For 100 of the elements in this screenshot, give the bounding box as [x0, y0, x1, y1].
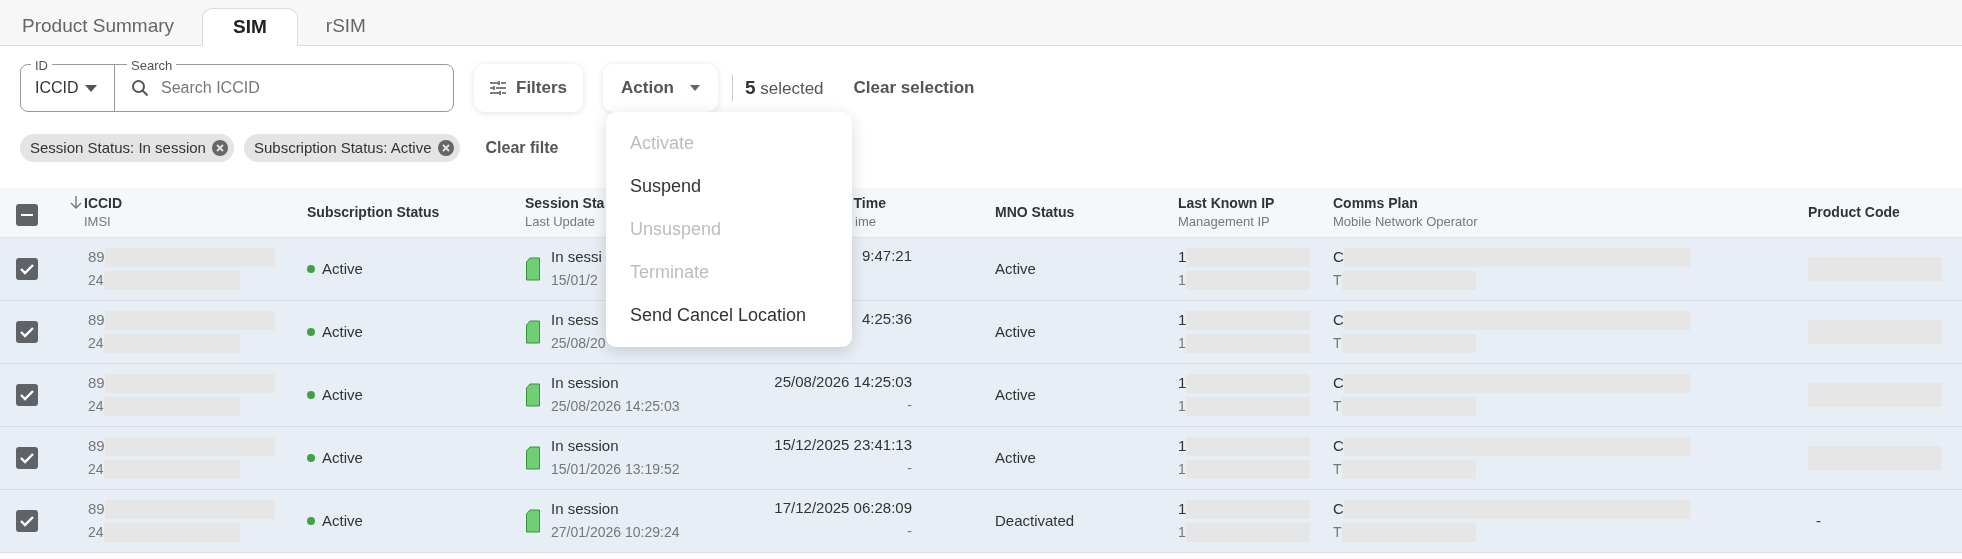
sim-card-icon	[525, 320, 541, 344]
clear-selection-button[interactable]: Clear selection	[853, 75, 975, 101]
table-cell-text: In sessi	[551, 247, 602, 268]
sim-card-icon	[525, 257, 541, 281]
table-cell-text: 1	[1178, 310, 1187, 331]
table-cell-text: 25/08/2026 14:25:03	[551, 397, 680, 416]
sim-card-icon	[525, 383, 541, 407]
table-cell-text: 24	[88, 523, 104, 542]
table-cell-text: 89	[88, 247, 105, 268]
table-cell-text: Active	[322, 510, 363, 531]
table-cell-text: C	[1333, 247, 1344, 268]
table-cell-text: 24	[88, 334, 104, 353]
check-icon	[19, 452, 35, 464]
check-icon	[19, 326, 35, 338]
sim-card-icon	[525, 446, 541, 470]
sort-arrow-icon[interactable]	[70, 196, 82, 210]
row-checkbox[interactable]	[16, 384, 38, 406]
column-header[interactable]: Session Sta	[525, 194, 605, 213]
table-cell-text: 24	[88, 460, 104, 479]
remove-icon[interactable]	[211, 140, 228, 156]
select-all-checkbox[interactable]	[16, 204, 38, 226]
table-cell-text: -	[907, 396, 912, 415]
table-cell-text: Active	[322, 447, 363, 468]
tab[interactable]: Product Summary	[8, 7, 189, 45]
filter-chip[interactable]: Subscription Status: Active	[243, 134, 460, 162]
table-cell-text: 17/12/2025 06:28:09	[774, 498, 912, 519]
table-cell-text: Active	[322, 384, 363, 405]
table-cell-text: 1	[1178, 523, 1186, 542]
table-cell-text: 1	[1178, 436, 1187, 457]
table-cell-text: 25/08/2026 14:25:03	[774, 372, 912, 393]
table-cell-text: Active	[322, 258, 363, 279]
check-icon	[19, 515, 35, 527]
table-cell-text: 1	[1178, 397, 1186, 416]
column-header[interactable]: Last Known IP	[1178, 194, 1275, 213]
table-cell-text: In session	[551, 436, 619, 457]
selection-count: 5 selected	[744, 75, 824, 100]
table-cell-text: Active	[995, 447, 1036, 468]
table-cell-text: 89	[88, 310, 105, 331]
tab[interactable]: SIM	[202, 8, 298, 46]
table-cell-text: 1	[1178, 271, 1186, 290]
table-cell-text: T	[1333, 460, 1342, 479]
table-cell-text: 1	[1178, 460, 1186, 479]
action-button[interactable]: Action	[603, 64, 718, 112]
check-icon	[19, 389, 35, 401]
table-cell-text: Deactivated	[995, 510, 1075, 531]
column-header[interactable]: Subscription Status	[307, 203, 440, 222]
row-checkbox[interactable]	[16, 321, 38, 343]
table-cell-text: T	[1333, 271, 1342, 290]
table-cell-text: Active	[322, 321, 363, 342]
table-cell-text: C	[1333, 310, 1344, 331]
column-header[interactable]: ICCID	[84, 194, 123, 213]
table-cell-text: 15/12/2025 23:41:13	[774, 435, 912, 456]
row-checkbox[interactable]	[16, 510, 38, 532]
filters-button[interactable]: Filters	[474, 64, 584, 112]
table-cell-text: Active	[995, 258, 1036, 279]
table-cell-text: Active	[995, 321, 1036, 342]
row-checkbox[interactable]	[16, 447, 38, 469]
column-header[interactable]: Comms Plan	[1333, 194, 1478, 213]
clear-filters-button[interactable]: Clear filte	[485, 136, 559, 160]
table-cell-text: 24	[88, 271, 104, 290]
table-cell-text: C	[1333, 499, 1344, 520]
table-cell-text: C	[1333, 373, 1344, 394]
remove-icon[interactable]	[437, 140, 454, 156]
tab[interactable]: rSIM	[311, 7, 380, 45]
table-cell-text: In session	[551, 499, 619, 520]
table-cell-text: 4:25:36	[861, 309, 912, 330]
id-select-value[interactable]: ICCID	[35, 76, 79, 100]
table-cell-text: -	[1815, 510, 1821, 531]
column-subheader: Last Update	[525, 213, 597, 231]
table-cell-text: 15/01/2	[551, 271, 598, 290]
column-subheader: Mobile Network Operator	[1333, 213, 1478, 231]
menu-item[interactable]: Suspend	[606, 165, 852, 208]
table-cell-text: 89	[88, 436, 105, 457]
table-cell-text: C	[1333, 436, 1344, 457]
column-subheader: Management IP	[1178, 213, 1271, 231]
table-cell-text: 1	[1178, 247, 1187, 268]
table-cell-text: In sess	[551, 310, 599, 331]
table-cell-text: 89	[88, 499, 105, 520]
sliders-icon	[490, 81, 506, 95]
table-cell-text: -	[907, 459, 912, 478]
column-header[interactable]: Product Code	[1808, 203, 1900, 222]
caret-icon	[84, 84, 97, 92]
filter-chip[interactable]: Session Status: In session	[20, 134, 234, 162]
menu-item[interactable]: Send Cancel Location	[606, 294, 852, 337]
table-cell-text: 25/08/20	[551, 334, 606, 353]
table-cell-text: 24	[88, 397, 104, 416]
caret-icon	[689, 85, 700, 91]
table-cell-text: 9:47:21	[861, 246, 912, 267]
table-cell-text: 89	[88, 373, 105, 394]
table-cell-text: 27/01/2026 10:29:24	[551, 523, 680, 542]
table-cell-text: In session	[551, 373, 619, 394]
row-checkbox[interactable]	[16, 258, 38, 280]
table-cell-text: 15/01/2026 13:19:52	[551, 460, 680, 479]
table-cell-text: 1	[1178, 334, 1186, 353]
table-cell-text: -	[907, 522, 912, 541]
column-header[interactable]: Time	[853, 194, 886, 213]
column-header[interactable]: MNO Status	[995, 203, 1075, 222]
column-subheader: IMSI	[84, 213, 112, 231]
table-cell-text: 1	[1178, 499, 1187, 520]
sim-card-icon	[525, 509, 541, 533]
